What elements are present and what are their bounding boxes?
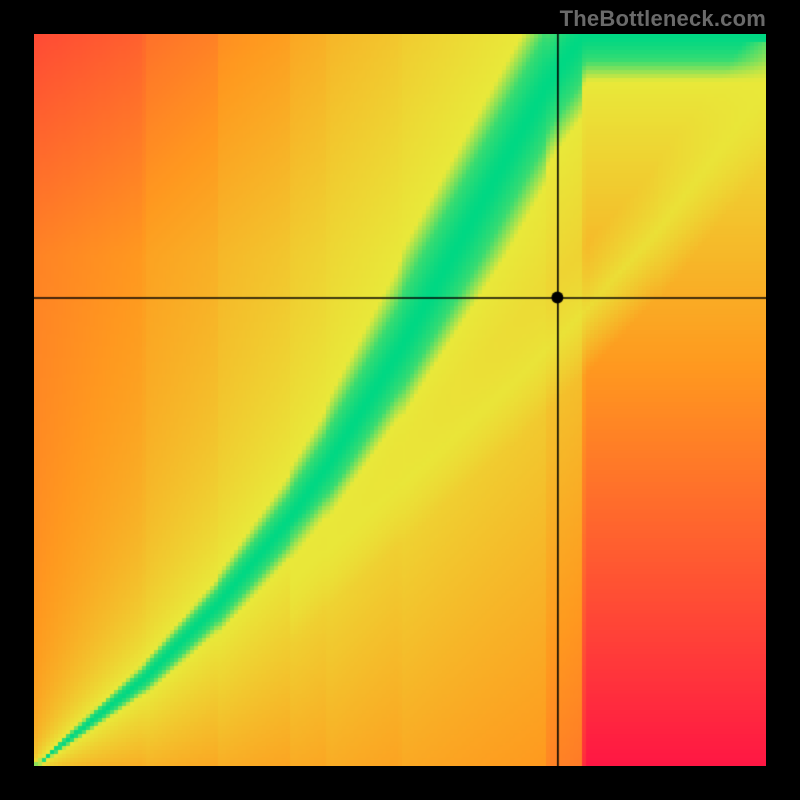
watermark-text: TheBottleneck.com bbox=[560, 6, 766, 32]
chart-frame bbox=[34, 34, 766, 766]
crosshair-overlay bbox=[34, 34, 766, 766]
